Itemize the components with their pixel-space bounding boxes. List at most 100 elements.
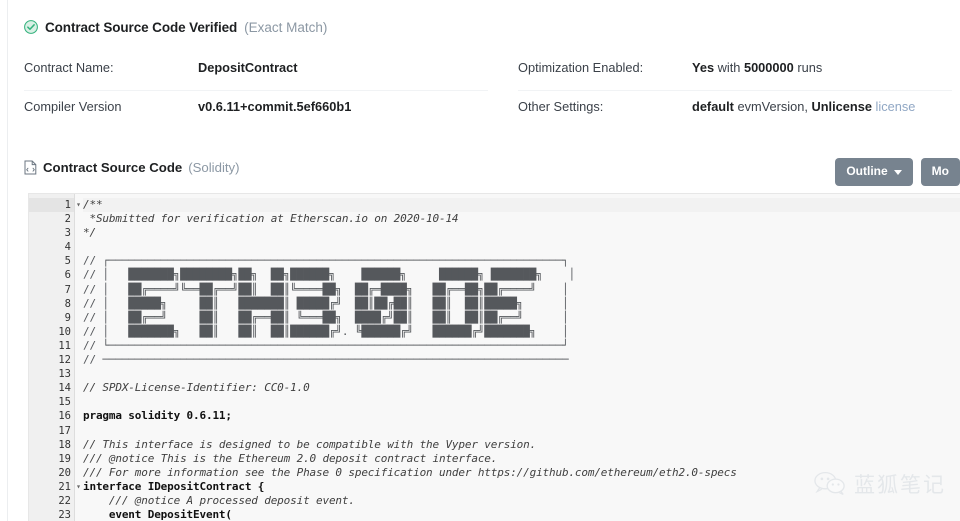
- optimization-runs-text: runs: [793, 60, 823, 75]
- editor-line-number: 22: [58, 494, 71, 507]
- editor-code-line: pragma solidity 0.6.11;: [83, 409, 960, 423]
- editor-line-number: 11: [58, 339, 71, 352]
- editor-code-text: /**: [83, 198, 103, 211]
- editor-code-line: /// @notice This is the Ethereum 2.0 dep…: [83, 452, 960, 466]
- license-value: Unlicense: [811, 99, 872, 114]
- source-code-toolbar: Outline Mo: [835, 158, 960, 186]
- optimization-enabled-value: Yes: [692, 60, 715, 75]
- more-options-label: Mo: [931, 164, 949, 178]
- editor-code-line: *Submitted for verification at Etherscan…: [83, 212, 960, 226]
- detail-row-optimization: Optimization Enabled: Yes with 5000000 r…: [518, 52, 952, 91]
- editor-code-line: // │ ██╔══╝ ██║ ██╔══██║ ╚═══██╗ ████╔╝█…: [83, 311, 960, 325]
- details-left-column: Contract Name: DepositContract Compiler …: [24, 52, 488, 130]
- chevron-down-icon: [893, 169, 902, 175]
- editor-code-line: */: [83, 226, 960, 240]
- editor-code-line: [83, 395, 960, 409]
- evm-version-text: evmVersion,: [733, 99, 812, 114]
- detail-value: Yes with 5000000 runs: [692, 60, 822, 75]
- detail-row-contract-name: Contract Name: DepositContract: [24, 52, 488, 91]
- editor-code-text: event DepositEvent(: [83, 508, 232, 521]
- verification-title: Contract Source Code Verified: [45, 19, 238, 35]
- detail-row-compiler-version: Compiler Version v0.6.11+commit.5ef660b1: [24, 91, 488, 130]
- details-right-column: Optimization Enabled: Yes with 5000000 r…: [488, 52, 952, 130]
- code-fold-toggle-icon[interactable]: ▾: [74, 198, 83, 212]
- editor-code-text: /// @notice This is the Ethereum 2.0 dep…: [83, 451, 498, 465]
- source-code-header: Contract Source Code (Solidity): [24, 160, 240, 175]
- editor-code-line: // │ ███████╗ ██║ ██║ ██║██████╔╝. ╚████…: [83, 325, 960, 339]
- editor-code-text: // └────────────────────────────────────…: [83, 338, 569, 352]
- editor-line-number: 8: [64, 297, 71, 310]
- editor-code-line: // ─────────────────────────────────────…: [83, 353, 960, 367]
- editor-code-text: /// @notice A processed deposit event.: [83, 493, 355, 507]
- outline-button[interactable]: Outline: [835, 158, 913, 186]
- editor-code-text: */: [83, 226, 96, 240]
- editor-code-area[interactable]: /** *Submitted for verification at Ether…: [75, 194, 960, 521]
- editor-code-line: // │ █████╗ ██║ ███████║ █████╔╝ ██║██╔█…: [83, 297, 960, 311]
- more-options-button[interactable]: Mo: [920, 158, 960, 186]
- editor-code-text: // │ ██╔══╝ ██║ ██╔══██║ ╚═══██╗ ████╔╝█…: [83, 310, 569, 324]
- editor-line-number: 16: [58, 410, 71, 423]
- editor-code-text: [83, 367, 89, 380]
- editor-code-line: // ┌────────────────────────────────────…: [83, 254, 960, 268]
- check-circle-icon: [24, 20, 38, 34]
- editor-line-number: 20: [58, 466, 71, 479]
- editor-code-line: // │ ██╔════╝╚══██╔══╝██║ ██║╚════██╗ ██…: [83, 283, 960, 297]
- editor-line-number: 3: [64, 227, 71, 240]
- editor-code-text: // ┌────────────────────────────────────…: [83, 254, 569, 268]
- editor-line-number: 5: [64, 255, 71, 268]
- editor-code-line: event DepositEvent(: [83, 508, 960, 521]
- license-link[interactable]: license: [872, 99, 916, 114]
- editor-line-number: 6: [64, 269, 71, 282]
- editor-line-number: 1 ▾: [29, 198, 81, 213]
- detail-value: DepositContract: [198, 60, 298, 75]
- editor-code-text: [83, 240, 89, 253]
- optimization-with-text: with: [714, 60, 744, 75]
- evm-version-value: default: [692, 99, 734, 114]
- editor-code-text: /// For more information see the Phase 0…: [83, 465, 737, 479]
- editor-line-number-gutter: 1 ▾ 2 3 4 5 6 7 8 9 10 11 12 13 14 15 16 17 18 19 20 21 ▾ 22 23: [29, 194, 81, 521]
- editor-code-text: // │ ███████╗ ██║ ██║ ██║██████╔╝. ╚████…: [83, 324, 569, 338]
- editor-line-number: 7: [64, 283, 71, 296]
- editor-line-number: 2: [64, 213, 71, 226]
- source-code-language: (Solidity): [188, 160, 240, 175]
- editor-code-line: /// For more information see the Phase 0…: [83, 466, 960, 480]
- detail-row-other-settings: Other Settings: default evmVersion, Unli…: [518, 91, 952, 130]
- file-code-icon: [24, 160, 37, 175]
- editor-line-number: 17: [58, 424, 71, 437]
- editor-code-text: [83, 395, 89, 408]
- editor-code-line: /**: [83, 198, 960, 213]
- contract-verification-card: Contract Source Code Verified (Exact Mat…: [7, 0, 960, 521]
- editor-code-text: [83, 424, 89, 437]
- editor-line-number: 23: [58, 509, 71, 521]
- editor-code-line: [83, 367, 960, 381]
- editor-code-text: // SPDX-License-Identifier: CC0-1.0: [83, 381, 310, 395]
- detail-label: Optimization Enabled:: [518, 60, 644, 75]
- detail-label: Other Settings:: [518, 99, 604, 114]
- editor-line-number: 13: [58, 368, 71, 381]
- editor-line-number: 10: [58, 325, 71, 338]
- editor-code-line: interface IDepositContract {: [83, 480, 960, 494]
- editor-code-line: // └────────────────────────────────────…: [83, 339, 960, 353]
- editor-code-text: *Submitted for verification at Etherscan…: [83, 212, 459, 226]
- editor-code-text: // This interface is designed to be comp…: [83, 437, 537, 451]
- editor-code-line: // │ ███████╗████████╗██╗ ██╗██████╗ ███…: [83, 268, 960, 282]
- source-code-editor[interactable]: 1 ▾ 2 3 4 5 6 7 8 9 10 11 12 13 14 15 16 17 18 19 20 21 ▾ 22 23 …: [28, 193, 960, 521]
- optimization-runs-value: 5000000: [743, 60, 794, 75]
- editor-code-line: /// @notice A processed deposit event.: [83, 494, 960, 508]
- editor-code-line: [83, 240, 960, 254]
- editor-line-number: 15: [58, 396, 71, 409]
- detail-label: Contract Name:: [24, 60, 114, 75]
- editor-code-text: pragma solidity 0.6.11;: [83, 409, 232, 423]
- detail-value: default evmVersion, Unlicense license: [692, 99, 915, 114]
- editor-code-line: // SPDX-License-Identifier: CC0-1.0: [83, 381, 960, 395]
- code-fold-toggle-icon[interactable]: ▾: [74, 480, 83, 494]
- outline-button-label: Outline: [846, 164, 888, 178]
- editor-code-text: // │ ███████╗████████╗██╗ ██╗██████╗ ███…: [83, 268, 575, 282]
- editor-code-text: // │ █████╗ ██║ ███████║ █████╔╝ ██║██╔█…: [83, 296, 569, 310]
- editor-code-text: interface IDepositContract {: [83, 479, 265, 493]
- editor-line-number: 9: [64, 311, 71, 324]
- editor-line-number: 19: [58, 452, 71, 465]
- detail-label: Compiler Version: [24, 99, 122, 114]
- editor-line-number: 4: [64, 241, 71, 254]
- editor-code-text: // ─────────────────────────────────────…: [83, 353, 569, 367]
